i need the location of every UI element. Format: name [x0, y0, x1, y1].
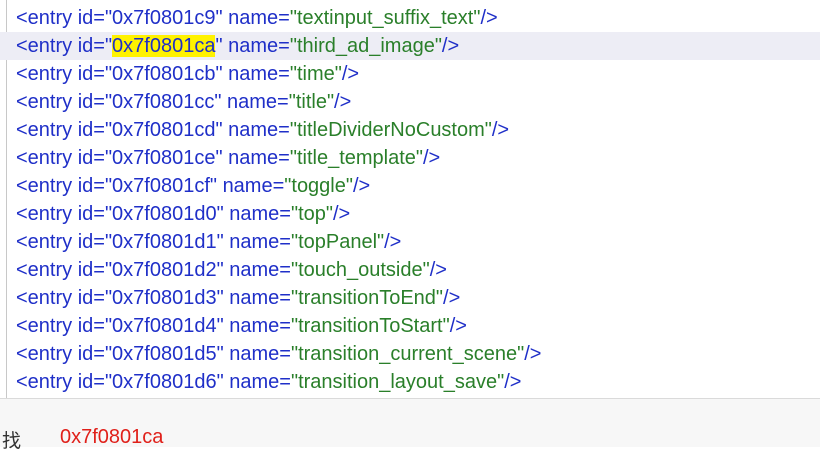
attr-name: " name=: [216, 287, 291, 309]
attr-name: " name=: [216, 231, 291, 253]
code-line: <entry id="0x7f0801d5" name="transition_…: [16, 340, 820, 368]
tag-open: <entry id=": [16, 259, 113, 281]
code-line: <entry id="0x7f0801cd" name="titleDivide…: [16, 116, 820, 144]
tag-close: />: [441, 35, 460, 57]
entry-name: "titleDividerNoCustom": [289, 119, 492, 141]
attr-name: " name=: [216, 371, 291, 393]
attr-name: " name=: [216, 343, 291, 365]
find-query-input[interactable]: 0x7f0801ca: [60, 426, 163, 449]
tag-close: />: [524, 343, 542, 365]
tag-open: <entry id=": [16, 287, 113, 309]
search-match: 0x7f0801ca: [112, 35, 216, 57]
entry-name: "transitionToStart": [290, 315, 450, 337]
tag-close: />: [504, 371, 522, 393]
entry-name: "time": [289, 63, 342, 85]
entry-id: 0x7f0801cb: [112, 63, 216, 85]
tag-close: />: [384, 231, 402, 253]
code-line: <entry id="0x7f0801d0" name="top"/>: [16, 200, 820, 228]
tag-close: />: [332, 203, 351, 225]
code-line: <entry id="0x7f0801cc" name="title"/>: [16, 88, 820, 116]
attr-name: " name=: [215, 119, 290, 141]
attr-name: " name=: [216, 259, 291, 281]
code-line: <entry id="0x7f0801cf" name="toggle"/>: [16, 172, 820, 200]
entry-name: "toggle": [284, 175, 353, 197]
entry-name: "title": [288, 91, 335, 113]
code-line: <entry id="0x7f0801cb" name="time"/>: [16, 60, 820, 88]
code-line: <entry id="0x7f0801c9" name="textinput_s…: [16, 4, 820, 32]
xml-source-viewer[interactable]: <entry id="0x7f0801c9" name="textinput_s…: [0, 0, 820, 398]
tag-open: <entry id=": [16, 343, 113, 365]
tag-open: <entry id=": [16, 203, 113, 225]
code-line: <entry id="0x7f0801d1" name="topPanel"/>: [16, 228, 820, 256]
entry-id: 0x7f0801ce: [112, 147, 216, 169]
entry-id: 0x7f0801d0: [112, 203, 217, 225]
tag-close: />: [491, 119, 510, 141]
attr-name: " name=: [215, 63, 290, 85]
entry-name: "top": [290, 203, 333, 225]
tag-open: <entry id=": [16, 371, 113, 393]
attr-name: " name=: [216, 315, 291, 337]
tag-open: <entry id=": [16, 7, 113, 29]
tag-open: <entry id=": [16, 147, 113, 169]
find-label: 找: [2, 430, 22, 452]
tag-close: />: [423, 147, 441, 169]
entry-name: "touch_outside": [290, 259, 430, 281]
entry-id: 0x7f0801cc: [112, 91, 215, 113]
tag-close: />: [429, 259, 447, 281]
attr-name: " name=: [215, 35, 290, 57]
code-line: <entry id="0x7f0801d6" name="transition_…: [16, 368, 820, 396]
entry-name: "third_ad_image": [289, 35, 442, 57]
tag-open: <entry id=": [16, 119, 113, 141]
tag-close: />: [443, 287, 461, 309]
code-line: <entry id="0x7f0801ce" name="title_templ…: [16, 144, 820, 172]
tag-open: <entry id=": [16, 315, 113, 337]
entry-name: "textinput_suffix_text": [289, 7, 481, 29]
entry-id: 0x7f0801d2: [112, 259, 217, 281]
tag-open: <entry id=": [16, 231, 113, 253]
entry-id: 0x7f0801d6: [112, 371, 217, 393]
entry-id: 0x7f0801cf: [112, 175, 210, 197]
entry-id: 0x7f0801d3: [112, 287, 217, 309]
entry-id: 0x7f0801d5: [112, 343, 217, 365]
tag-close: />: [480, 7, 498, 29]
find-bar[interactable]: 找 0x7f0801ca: [0, 398, 820, 452]
entry-id: 0x7f0801cd: [112, 119, 216, 141]
attr-name: " name=: [209, 175, 285, 197]
code-lines: <entry id="0x7f0801c9" name="textinput_s…: [0, 4, 820, 396]
entry-id: 0x7f0801d4: [112, 315, 217, 337]
attr-name: " name=: [216, 203, 291, 225]
attr-name: " name=: [215, 147, 290, 169]
entry-name: "transition_current_scene": [290, 343, 525, 365]
entry-name: "topPanel": [290, 231, 385, 253]
code-line: <entry id="0x7f0801d4" name="transitionT…: [16, 312, 820, 340]
code-line: <entry id="0x7f0801d3" name="transitionT…: [16, 284, 820, 312]
tag-open: <entry id=": [16, 91, 113, 113]
tag-open: <entry id=": [16, 35, 113, 57]
entry-name: "transitionToEnd": [290, 287, 444, 309]
entry-id: 0x7f0801d1: [112, 231, 217, 253]
tag-open: <entry id=": [16, 175, 113, 197]
tag-open: <entry id=": [16, 63, 113, 85]
code-line: <entry id="0x7f0801ca" name="third_ad_im…: [0, 32, 820, 60]
entry-id: 0x7f0801c9: [112, 7, 216, 29]
tag-close: />: [334, 91, 352, 113]
tag-close: />: [341, 63, 360, 85]
tag-close: />: [352, 175, 371, 197]
entry-name: "title_template": [289, 147, 423, 169]
attr-name: " name=: [215, 7, 290, 29]
attr-name: " name=: [214, 91, 289, 113]
entry-name: "transition_layout_save": [290, 371, 505, 393]
tag-close: />: [449, 315, 467, 337]
code-line: <entry id="0x7f0801d2" name="touch_outsi…: [16, 256, 820, 284]
